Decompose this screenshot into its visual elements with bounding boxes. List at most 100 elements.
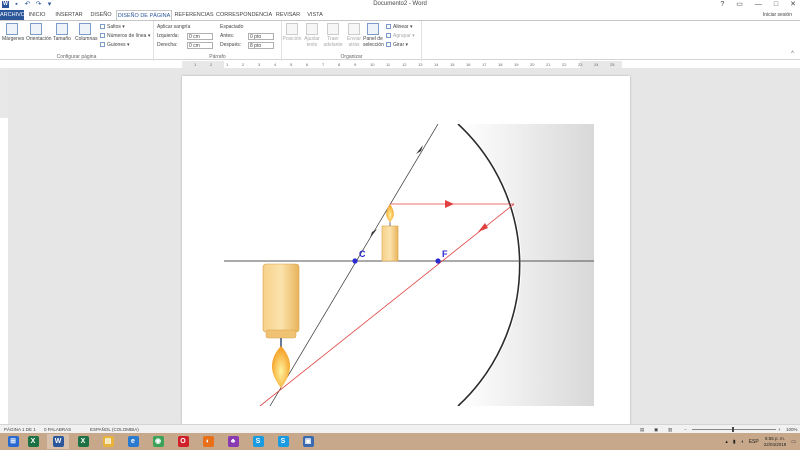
explorer-icon[interactable]: ▤ xyxy=(97,434,119,449)
ruler-tick: 13 xyxy=(418,62,423,67)
opera-icon[interactable]: O xyxy=(172,434,194,449)
document-page[interactable]: C F xyxy=(182,76,630,424)
excel-icon-2[interactable]: X xyxy=(72,434,94,449)
status-bar: PÁGINA 1 DE 1 0 PALABRAS ESPAÑOL (COLOMB… xyxy=(0,424,800,433)
margins-button[interactable]: Márgenes xyxy=(2,23,24,42)
read-mode-icon[interactable]: ▤ xyxy=(640,426,644,433)
system-tray: ▴ ▮ ◖ ESP 6:55 p. m. 22/04/2019 ▭ xyxy=(725,434,796,449)
firefox-icon[interactable]: ◐ xyxy=(197,434,219,449)
zoom-slider-track[interactable] xyxy=(692,429,776,430)
arrange-group: Posición Ajustar texto Traer adelante En… xyxy=(282,21,422,61)
collapse-ribbon-icon[interactable]: ^ xyxy=(791,51,794,57)
ruler-tick: 1 xyxy=(194,62,197,67)
media-icon[interactable]: ♣ xyxy=(222,434,244,449)
maximize-button[interactable]: □ xyxy=(774,0,778,9)
columns-icon xyxy=(79,23,91,35)
spacing-after-input[interactable]: 8 pto xyxy=(248,42,274,49)
line-numbers-button[interactable]: Números de línea ▾ xyxy=(100,33,150,40)
notifications-icon[interactable]: ▭ xyxy=(791,439,796,445)
ruler-tick: 9 xyxy=(354,62,357,67)
ruler-tick: 8 xyxy=(338,62,341,67)
ruler-tick: 4 xyxy=(274,62,277,67)
ruler-tick: 22 xyxy=(562,62,567,67)
align-icon xyxy=(386,24,391,30)
excel-icon[interactable]: X xyxy=(22,434,44,449)
language-indicator[interactable]: ESPAÑOL (COLOMBIA) xyxy=(90,426,139,433)
arrange-label: Organizar xyxy=(340,54,363,60)
ruler-tick: 5 xyxy=(290,62,293,67)
volume-icon[interactable]: ◖ xyxy=(741,439,744,445)
spacing-after: Después: 8 pto xyxy=(220,42,274,49)
indent-left-input[interactable]: 0 cm xyxy=(187,33,213,40)
ray-arrow-up xyxy=(416,145,423,154)
print-layout-icon[interactable]: ▣ xyxy=(654,426,658,433)
sign-in-link[interactable]: Iniciar sesión xyxy=(763,12,792,18)
zoom-level[interactable]: 100% xyxy=(786,426,798,433)
help-button[interactable]: ? xyxy=(720,0,724,9)
wrap-text-icon xyxy=(306,23,318,35)
indent-header: Aplicar sangría xyxy=(157,24,191,30)
concave-mirror-diagram[interactable]: C F xyxy=(222,124,594,406)
word-count[interactable]: 0 PALABRAS xyxy=(44,426,71,433)
zoom-out-button[interactable]: − xyxy=(684,426,687,433)
vertical-ruler[interactable] xyxy=(0,68,8,420)
spacing-before-input[interactable]: 0 pto xyxy=(248,33,274,40)
center-label: C xyxy=(359,249,366,259)
align-button[interactable]: Alinear ▾ xyxy=(386,24,412,31)
word-icon[interactable]: W xyxy=(47,434,69,449)
skype-icon[interactable]: S xyxy=(247,434,269,449)
orientation-button[interactable]: Orientación xyxy=(26,23,52,42)
breaks-icon xyxy=(100,24,105,30)
zoom-slider-thumb[interactable] xyxy=(732,427,734,432)
wrap-text-button[interactable]: Ajustar texto xyxy=(302,23,322,48)
image-candle[interactable] xyxy=(262,263,300,388)
web-layout-icon[interactable]: ▥ xyxy=(668,426,672,433)
ribbon-display-button[interactable]: ▭ xyxy=(736,0,743,9)
page-count[interactable]: PÁGINA 1 DE 1 xyxy=(4,426,36,433)
object-candle[interactable] xyxy=(381,204,399,262)
start-icon[interactable]: ⊞ xyxy=(2,434,24,449)
group-button[interactable]: Agrupar ▾ xyxy=(386,33,415,40)
indent-right-input[interactable]: 0 cm xyxy=(187,42,213,49)
position-icon xyxy=(286,23,298,35)
skype-icon-2[interactable]: S xyxy=(272,434,294,449)
chrome-icon-glyph: ◉ xyxy=(152,436,164,447)
media-icon-glyph: ♣ xyxy=(227,436,239,447)
columns-button[interactable]: Columnas xyxy=(75,23,98,42)
ruler-tick: 20 xyxy=(530,62,535,67)
tray-arrow-icon[interactable]: ▴ xyxy=(725,439,728,445)
paragraph-group: Aplicar sangría Izquierda: 0 cm Derecha: 0… xyxy=(154,21,282,61)
ruler-tick: 2 xyxy=(210,62,213,67)
clock[interactable]: 6:55 p. m. 22/04/2019 xyxy=(764,436,787,448)
language-indicator[interactable]: ESP xyxy=(749,439,759,445)
ruler-tick: 17 xyxy=(482,62,487,67)
close-button[interactable]: ✕ xyxy=(790,0,796,9)
selection-pane-button[interactable]: Panel de selección xyxy=(363,23,384,48)
ruler-tick: 12 xyxy=(402,62,407,67)
ruler-tick: 25 xyxy=(610,62,615,67)
network-icon[interactable]: ▮ xyxy=(733,439,736,445)
breaks-button[interactable]: Saltos ▾ xyxy=(100,24,125,31)
edge-icon-glyph: e xyxy=(127,436,139,447)
ruler-tick: 10 xyxy=(370,62,375,67)
hyphenation-button[interactable]: Guiones ▾ xyxy=(100,42,130,49)
size-button[interactable]: Tamaño xyxy=(52,23,72,42)
document-area[interactable]: C F xyxy=(8,68,800,424)
window-controls: ? ▭ — □ ✕ xyxy=(720,0,796,9)
app-icon[interactable]: ▣ xyxy=(297,434,319,449)
edge-icon[interactable]: e xyxy=(122,434,144,449)
chrome-icon[interactable]: ◉ xyxy=(147,434,169,449)
start-icon-glyph: ⊞ xyxy=(7,436,19,447)
zoom-in-button[interactable]: + xyxy=(778,426,781,433)
group-icon xyxy=(386,33,391,39)
minimize-button[interactable]: — xyxy=(755,0,762,9)
rotate-button[interactable]: Girar ▾ xyxy=(386,42,408,49)
focus-label: F xyxy=(442,249,448,259)
bring-forward-button[interactable]: Traer adelante xyxy=(323,23,343,48)
horizontal-ruler[interactable]: 1 2 1 2 3 4 5 6 7 8 9 10 11 12 13 14 15 16 17 18 19 20 21 22 23 2… xyxy=(182,61,622,68)
position-button[interactable]: Posición xyxy=(282,23,302,42)
send-backward-button[interactable]: Enviar atrás xyxy=(344,23,364,48)
ruler-tick: 24 xyxy=(594,62,599,67)
ruler-tick: 3 xyxy=(258,62,261,67)
ruler-tick: 7 xyxy=(322,62,325,67)
